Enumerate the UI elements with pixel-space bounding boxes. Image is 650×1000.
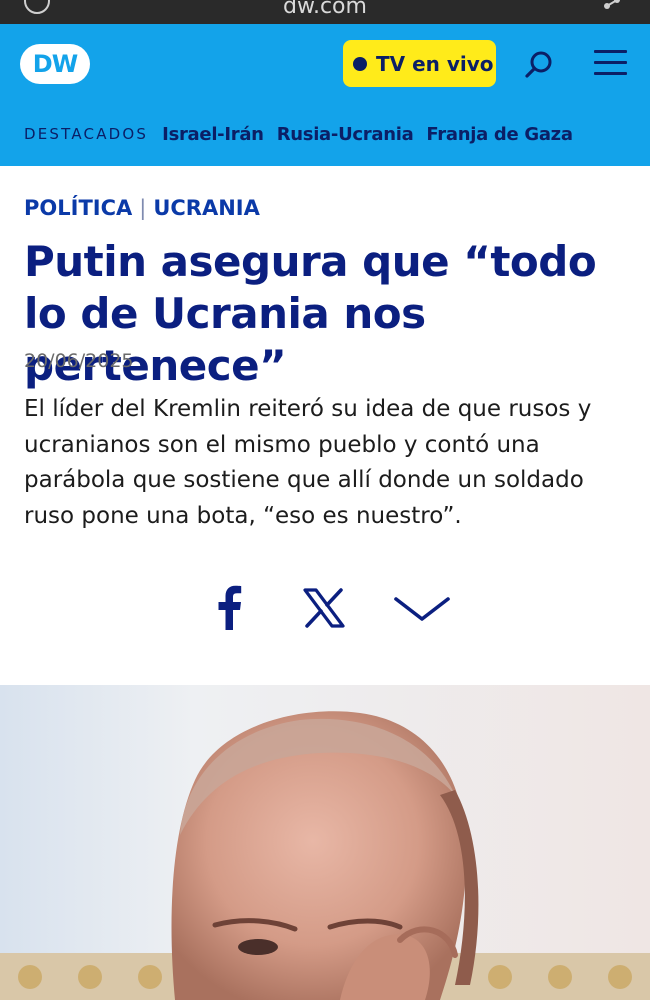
- tv-live-button[interactable]: TV en vivo: [343, 40, 496, 87]
- live-dot-icon: [353, 56, 367, 71]
- search-icon[interactable]: [524, 50, 554, 80]
- category-separator: |: [139, 196, 147, 220]
- category-ucrania[interactable]: UCRANIA: [153, 196, 260, 220]
- share-icon[interactable]: [602, 0, 622, 16]
- share-bar: [0, 584, 650, 634]
- site-header: DW TV en vivo DESTACADOS Israel-Irán Rus…: [0, 24, 650, 166]
- chevron-down-icon[interactable]: [394, 596, 450, 622]
- nav-link-rusia-ucrania[interactable]: Rusia-Ucrania: [277, 124, 414, 145]
- featured-label: DESTACADOS: [24, 125, 149, 143]
- article-photo-illustration: [0, 685, 650, 1000]
- article-photo[interactable]: [0, 685, 650, 1000]
- url-text[interactable]: dw.com: [0, 0, 650, 19]
- article-lede: El líder del Kremlin reiteró su idea de …: [24, 396, 592, 529]
- article-categories: POLÍTICA | UCRANIA: [24, 196, 260, 220]
- nav-link-israel-iran[interactable]: Israel-Irán: [162, 124, 264, 145]
- featured-nav: DESTACADOS Israel-Irán Rusia-Ucrania Fra…: [24, 120, 586, 148]
- dw-logo[interactable]: DW: [20, 44, 90, 84]
- x-icon[interactable]: [303, 588, 345, 628]
- hamburger-menu-icon[interactable]: [594, 50, 627, 77]
- logo-text: DW: [32, 50, 78, 78]
- category-politica[interactable]: POLÍTICA: [24, 196, 132, 220]
- browser-url-bar[interactable]: dw.com: [0, 0, 650, 24]
- article-date: 20/06/2025: [24, 350, 134, 372]
- nav-link-franja-de-gaza[interactable]: Franja de Gaza: [426, 124, 573, 145]
- facebook-icon[interactable]: [214, 584, 244, 630]
- tv-live-label: TV en vivo: [376, 51, 494, 76]
